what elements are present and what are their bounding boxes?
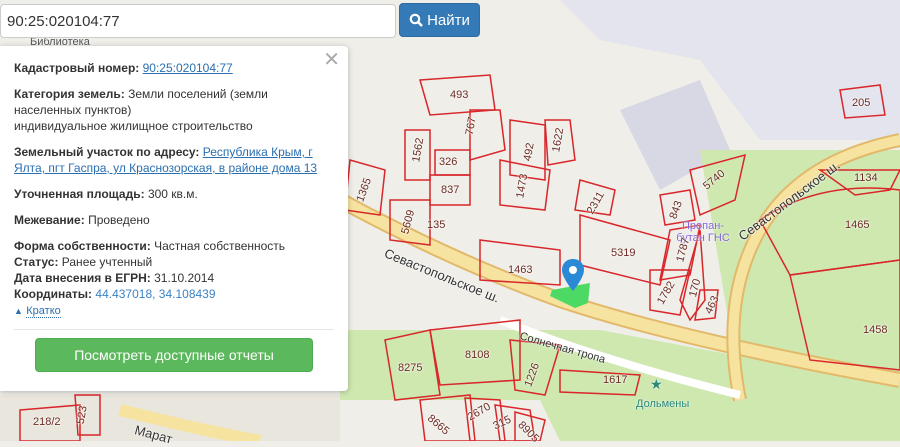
- ownership-label: Форма собственности:: [14, 239, 151, 253]
- map-marker-icon[interactable]: [561, 258, 585, 292]
- divider: [14, 329, 334, 330]
- brief-toggle[interactable]: Кратко: [26, 305, 61, 318]
- area-label: Уточненная площадь:: [14, 187, 145, 201]
- caret-up-icon: ▲: [14, 306, 23, 316]
- category-use: индивидуальное жилищное строительство: [14, 119, 253, 133]
- star-icon: ★: [650, 376, 663, 392]
- search-button-label: Найти: [427, 11, 470, 29]
- survey-label: Межевание:: [14, 213, 85, 227]
- parcel-label: 1134: [854, 172, 878, 184]
- parcel-label: 5319: [611, 247, 636, 259]
- parcel-label: 205: [852, 97, 871, 109]
- parcel-label: 8275: [398, 362, 423, 374]
- parcel-label: 8108: [465, 349, 490, 361]
- close-icon[interactable]: ✕: [323, 50, 340, 70]
- survey-value: Проведено: [88, 213, 150, 227]
- parcel-label: 1458: [863, 324, 888, 336]
- status-label: Статус:: [14, 255, 59, 269]
- poi-dolmens[interactable]: Дольмены: [636, 398, 689, 410]
- area-value: 300 кв.м.: [147, 187, 198, 201]
- date-value: 31.10.2014: [154, 271, 215, 285]
- parcel-label: 837: [441, 184, 460, 196]
- cadastral-label: Кадастровый номер:: [14, 61, 140, 75]
- status-value: Ранее учтенный: [61, 255, 153, 269]
- coords-value: 44.437018, 34.108439: [95, 287, 216, 301]
- parcel-label: 493: [450, 89, 469, 101]
- coords-label: Координаты:: [14, 287, 93, 301]
- search-input[interactable]: [0, 4, 396, 38]
- parcel-label: 1465: [845, 219, 870, 231]
- parcel-label: 135: [427, 219, 446, 231]
- date-label: Дата внесения в ЕГРН:: [14, 271, 151, 285]
- search-button[interactable]: Найти: [399, 3, 480, 37]
- parcel-label: 326: [439, 156, 458, 168]
- parcel-label: 218/2: [33, 416, 61, 428]
- parcel-info-card: ✕ Кадастровый номер: 90:25:020104:77 Кат…: [0, 46, 348, 391]
- ownership-value: Частная собственность: [154, 239, 286, 253]
- parcel-label: 1617: [603, 374, 628, 386]
- view-reports-button[interactable]: Посмотреть доступные отчеты: [35, 338, 313, 372]
- address-label: Земельный участок по адресу:: [14, 145, 200, 159]
- category-label: Категория земель:: [14, 87, 125, 101]
- cadastral-link[interactable]: 90:25:020104:77: [143, 61, 233, 75]
- parcel-label: 1463: [508, 264, 533, 276]
- search-icon: [409, 13, 424, 27]
